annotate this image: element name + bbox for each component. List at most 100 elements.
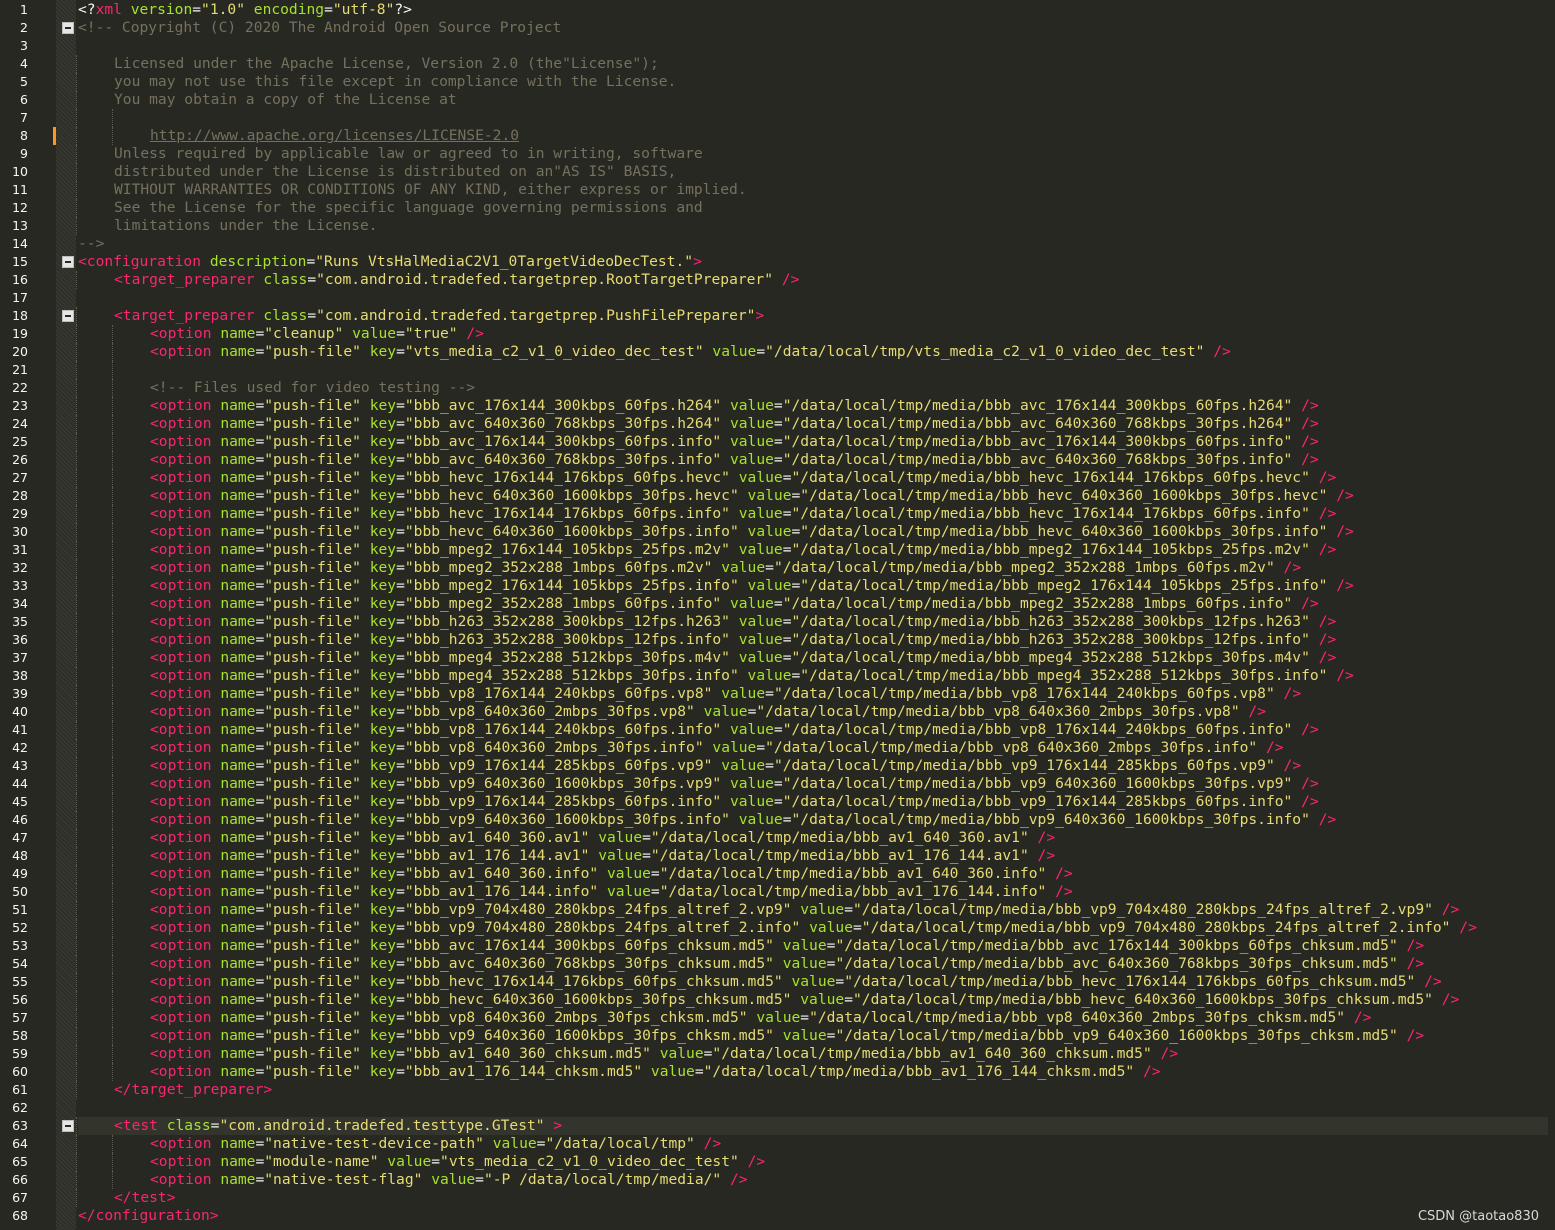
code-line[interactable]: 37 <option name="push-file" key="bbb_mpeg…	[12, 649, 1548, 667]
token-tag: <option	[150, 595, 212, 612]
code-line[interactable]: 9 Unless required by applicable law or ag…	[20, 145, 1548, 163]
code-line[interactable]: 67 </test>	[12, 1189, 1548, 1207]
code-line[interactable]: 60 <option name="push-file" key="bbb_av1_…	[12, 1063, 1548, 1081]
code-line[interactable]: 41 <option name="push-file" key="bbb_vp8_…	[12, 721, 1548, 739]
code-line[interactable]: 22 <!-- Files used for video testing -->	[12, 379, 1548, 397]
code-line[interactable]: 18 <target_preparer class="com.android.tr…	[12, 307, 1548, 325]
code-line[interactable]: 3	[20, 37, 1548, 55]
code-line[interactable]: 4 Licensed under the Apache License, Vers…	[20, 55, 1548, 73]
code-line[interactable]: 11 WITHOUT WARRANTIES OR CONDITIONS OF AN…	[12, 181, 1548, 199]
code-line[interactable]: 26 <option name="push-file" key="bbb_avc_…	[12, 451, 1548, 469]
code-line[interactable]: 10 distributed under the License is distr…	[12, 163, 1548, 181]
code-line[interactable]: 61 </target_preparer>	[12, 1081, 1548, 1099]
code-line[interactable]: 8 http://www.apache.org/licenses/LICENSE-…	[20, 127, 1548, 145]
code-line[interactable]: 35 <option name="push-file" key="bbb_h263…	[12, 613, 1548, 631]
token-pun	[1310, 613, 1319, 630]
token-pun	[361, 1027, 370, 1044]
code-line[interactable]: 47 <option name="push-file" key="bbb_av1_…	[12, 829, 1548, 847]
token-att: value	[738, 631, 783, 648]
line-number: 32	[12, 560, 28, 575]
code-line[interactable]: 56 <option name="push-file" key="bbb_hevc…	[12, 991, 1548, 1009]
code-line[interactable]: 7	[20, 109, 1548, 127]
token-tag: />	[1301, 397, 1319, 414]
code-line[interactable]: 25 <option name="push-file" key="bbb_avc_…	[12, 433, 1548, 451]
code-line[interactable]: 30 <option name="push-file" key="bbb_hevc…	[12, 523, 1548, 541]
code-line[interactable]: 51 <option name="push-file" key="bbb_vp9_…	[12, 901, 1548, 919]
code-line[interactable]: 23 <option name="push-file" key="bbb_avc_…	[12, 397, 1548, 415]
token-att: name	[220, 1045, 256, 1062]
code-line[interactable]: 45 <option name="push-file" key="bbb_vp9_…	[12, 793, 1548, 811]
code-line[interactable]: 27 <option name="push-file" key="bbb_hevc…	[12, 469, 1548, 487]
code-line[interactable]: 65 <option name="module-name" value="vts_…	[12, 1153, 1548, 1171]
fold-margin[interactable]	[56, 0, 76, 1230]
line-number: 42	[12, 740, 28, 755]
token-tag: />	[1318, 811, 1337, 828]
code-line[interactable]: 15 <configuration description="Runs VtsHa…	[12, 253, 1548, 271]
code-line[interactable]: 29 <option name="push-file" key="bbb_hevc…	[12, 505, 1548, 523]
code-line[interactable]: 68 </configuration>	[12, 1207, 1548, 1225]
code-line[interactable]: 49 <option name="push-file" key="bbb_av1_…	[12, 865, 1548, 883]
token-att: key	[369, 901, 397, 918]
code-line[interactable]: 42 <option name="push-file" key="bbb_vp8_…	[12, 739, 1548, 757]
token-str: "bbb_av1_176_144_chksm.md5"	[404, 1063, 643, 1080]
code-line[interactable]: 43 <option name="push-file" key="bbb_vp9_…	[12, 757, 1548, 775]
code-line[interactable]: 36 <option name="push-file" key="bbb_h263…	[12, 631, 1548, 649]
code-line[interactable]: 12 See the License for the specific langu…	[12, 199, 1548, 217]
token-str: "push-file"	[264, 811, 361, 828]
token-str: "bbb_mpeg4_352x288_512kbps_30fps.info"	[404, 667, 739, 684]
code-line[interactable]: 52 <option name="push-file" key="bbb_vp9_…	[12, 919, 1548, 937]
token-tag: <target_preparer	[114, 307, 255, 324]
line-number: 22	[12, 380, 28, 395]
code-line[interactable]: 46 <option name="push-file" key="bbb_vp9_…	[12, 811, 1548, 829]
code-line[interactable]: 54 <option name="push-file" key="bbb_avc_…	[12, 955, 1548, 973]
token-tag: <option	[150, 685, 212, 702]
code-line[interactable]: 28 <option name="push-file" key="bbb_hevc…	[12, 487, 1548, 505]
token-str: "1.0"	[201, 1, 245, 18]
code-line[interactable]: 2 <!-- Copyright (C) 2020 The Android Ope…	[20, 19, 1548, 37]
code-line[interactable]: 6 You may obtain a copy of the License at	[20, 91, 1548, 109]
token-pun	[1275, 757, 1284, 774]
fold-minus-icon[interactable]	[62, 22, 74, 34]
code-line[interactable]: 5 you may not use this file except in com…	[20, 73, 1548, 91]
code-line[interactable]: 1 <?xml version="1.0" encoding="utf-8"?>	[20, 1, 1548, 19]
code-line[interactable]: 55 <option name="push-file" key="bbb_hevc…	[12, 973, 1548, 991]
code-line[interactable]: 44 <option name="push-file" key="bbb_vp9_…	[12, 775, 1548, 793]
code-line[interactable]: 66 <option name="native-test-flag" value=…	[12, 1171, 1548, 1189]
code-line[interactable]: 64 <option name="native-test-device-path"…	[12, 1135, 1548, 1153]
code-line[interactable]: 24 <option name="push-file" key="bbb_avc_…	[12, 415, 1548, 433]
code-line[interactable]: 59 <option name="push-file" key="bbb_av1_…	[12, 1045, 1548, 1063]
token-pun: =	[396, 577, 405, 594]
token-str: "bbb_avc_640x360_768kbps_30fps.h264"	[404, 415, 722, 432]
fold-minus-icon[interactable]	[62, 256, 74, 268]
code-line[interactable]: 32 <option name="push-file" key="bbb_mpeg…	[12, 559, 1548, 577]
code-line[interactable]: 33 <option name="push-file" key="bbb_mpeg…	[12, 577, 1548, 595]
code-line[interactable]: 63 <test class="com.android.tradefed.test…	[12, 1117, 1548, 1135]
code-line[interactable]: 50 <option name="push-file" key="bbb_av1_…	[12, 883, 1548, 901]
token-pun	[212, 721, 221, 738]
code-line[interactable]: 39 <option name="push-file" key="bbb_vp8_…	[12, 685, 1548, 703]
code-line[interactable]: 31 <option name="push-file" key="bbb_mpeg…	[12, 541, 1548, 559]
code-line[interactable]: 57 <option name="push-file" key="bbb_vp8_…	[12, 1009, 1548, 1027]
token-link[interactable]: http://www.apache.org/licenses/LICENSE-2…	[150, 127, 519, 144]
code-line[interactable]: 58 <option name="push-file" key="bbb_vp9_…	[12, 1027, 1548, 1045]
code-line[interactable]: 13 limitations under the License.	[12, 217, 1548, 235]
code-line[interactable]: 40 <option name="push-file" key="bbb_vp8_…	[12, 703, 1548, 721]
code-line[interactable]: 62	[12, 1099, 1548, 1117]
token-tag: <option	[150, 919, 212, 936]
code-line[interactable]: 34 <option name="push-file" key="bbb_mpeg…	[12, 595, 1548, 613]
code-line[interactable]: 17	[12, 289, 1548, 307]
fold-minus-icon[interactable]	[62, 1120, 74, 1132]
code-line[interactable]: 21	[12, 361, 1548, 379]
code-line[interactable]: 16 <target_preparer class="com.android.tr…	[12, 271, 1548, 289]
code-area[interactable]: 1 <?xml version="1.0" encoding="utf-8"?> 2…	[12, 1, 1548, 1225]
fold-minus-icon[interactable]	[62, 310, 74, 322]
line-number: 39	[12, 686, 28, 701]
token-pun	[739, 667, 748, 684]
code-line[interactable]: 14 -->	[12, 235, 1548, 253]
code-line[interactable]: 19 <option name="cleanup" value="true" />	[12, 325, 1548, 343]
code-editor[interactable]: 1 <?xml version="1.0" encoding="utf-8"?> 2…	[0, 0, 1555, 1230]
code-line[interactable]: 38 <option name="push-file" key="bbb_mpeg…	[12, 667, 1548, 685]
code-line[interactable]: 53 <option name="push-file" key="bbb_avc_…	[12, 937, 1548, 955]
code-line[interactable]: 20 <option name="push-file" key="vts_medi…	[12, 343, 1548, 361]
code-line[interactable]: 48 <option name="push-file" key="bbb_av1_…	[12, 847, 1548, 865]
